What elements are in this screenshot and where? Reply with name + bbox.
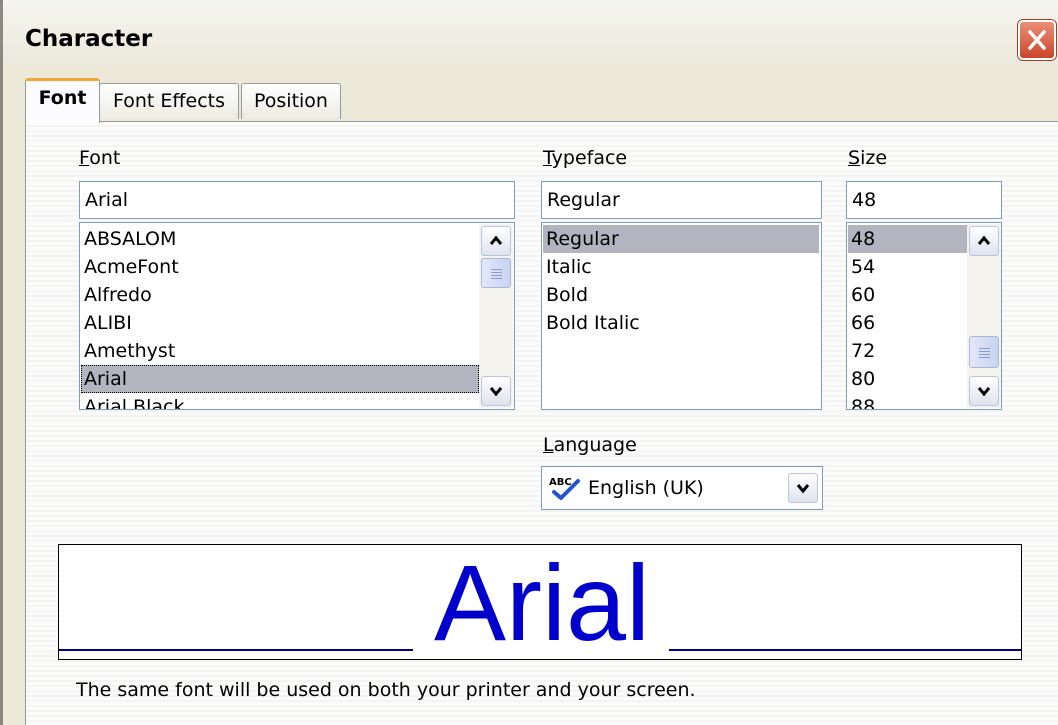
language-dropdown-button[interactable] bbox=[788, 473, 818, 503]
list-item[interactable]: 80 bbox=[848, 365, 967, 393]
list-item[interactable]: 60 bbox=[848, 281, 967, 309]
preview-text: Arial bbox=[433, 544, 651, 660]
size-label: Size bbox=[848, 147, 888, 169]
scroll-down-button[interactable] bbox=[969, 376, 999, 406]
spellcheck-icon: ABC bbox=[548, 475, 582, 506]
dialog-title: Character bbox=[25, 26, 153, 52]
list-item[interactable]: ALIBI bbox=[81, 309, 479, 337]
list-item[interactable]: AcmeFont bbox=[81, 253, 479, 281]
scroll-thumb[interactable] bbox=[481, 258, 511, 288]
list-item-selected[interactable]: 48 bbox=[848, 225, 967, 253]
tab-font-effects-label: Font Effects bbox=[113, 90, 225, 112]
close-button[interactable] bbox=[1018, 20, 1056, 60]
list-item[interactable]: 72 bbox=[848, 337, 967, 365]
scroll-thumb[interactable] bbox=[969, 336, 999, 368]
font-list-scrollbar[interactable] bbox=[479, 224, 513, 408]
list-item[interactable]: 88 bbox=[848, 393, 967, 409]
font-preview: Arial bbox=[58, 544, 1022, 660]
list-item[interactable]: Amethyst bbox=[81, 337, 479, 365]
scroll-down-button[interactable] bbox=[481, 376, 511, 406]
list-item[interactable]: Italic bbox=[543, 253, 819, 281]
size-list-scrollbar[interactable] bbox=[967, 224, 1001, 408]
list-item[interactable]: Alfredo bbox=[81, 281, 479, 309]
size-value: 48 bbox=[852, 189, 877, 211]
size-input[interactable]: 48 bbox=[846, 181, 1002, 219]
list-item[interactable]: Bold Italic bbox=[543, 309, 819, 337]
font-name-value: Arial bbox=[85, 189, 129, 211]
character-dialog: Character Font Font Effects Position Fon… bbox=[0, 0, 1058, 725]
font-label: Font bbox=[79, 147, 121, 169]
list-item-selected[interactable]: Regular bbox=[543, 225, 819, 253]
title-bar: Character bbox=[3, 0, 1058, 66]
preview-baseline-right bbox=[669, 649, 1021, 651]
typeface-list[interactable]: Regular Italic Bold Bold Italic bbox=[541, 222, 822, 410]
list-item-selected[interactable]: Arial bbox=[81, 365, 479, 393]
size-list[interactable]: 48 54 60 66 72 80 88 bbox=[846, 222, 1002, 410]
language-value: English (UK) bbox=[588, 477, 704, 499]
typeface-label: Typeface bbox=[543, 147, 628, 169]
list-item[interactable]: Arial Black bbox=[81, 393, 479, 409]
list-item[interactable]: ABSALOM bbox=[81, 225, 479, 253]
list-item[interactable]: Bold bbox=[543, 281, 819, 309]
font-list[interactable]: ABSALOM AcmeFont Alfredo ALIBI Amethyst … bbox=[79, 222, 515, 410]
tab-font[interactable]: Font bbox=[25, 78, 100, 123]
list-item[interactable]: 54 bbox=[848, 253, 967, 281]
language-select[interactable]: ABC English (UK) bbox=[541, 466, 823, 510]
tab-position-label: Position bbox=[254, 90, 328, 112]
tab-font-label: Font bbox=[38, 87, 87, 109]
list-item[interactable]: 66 bbox=[848, 309, 967, 337]
scroll-up-button[interactable] bbox=[481, 226, 511, 256]
language-label: Language bbox=[543, 434, 637, 456]
font-name-input[interactable]: Arial bbox=[79, 181, 515, 219]
spellcheck-icon-text: ABC bbox=[549, 477, 572, 488]
font-info-note: The same font will be used on both your … bbox=[76, 679, 696, 701]
preview-baseline-left bbox=[59, 649, 413, 651]
scroll-up-button[interactable] bbox=[969, 226, 999, 256]
typeface-input[interactable]: Regular bbox=[541, 181, 822, 219]
tab-position[interactable]: Position bbox=[241, 83, 341, 119]
tab-font-effects[interactable]: Font Effects bbox=[99, 83, 239, 119]
typeface-value: Regular bbox=[547, 189, 620, 211]
